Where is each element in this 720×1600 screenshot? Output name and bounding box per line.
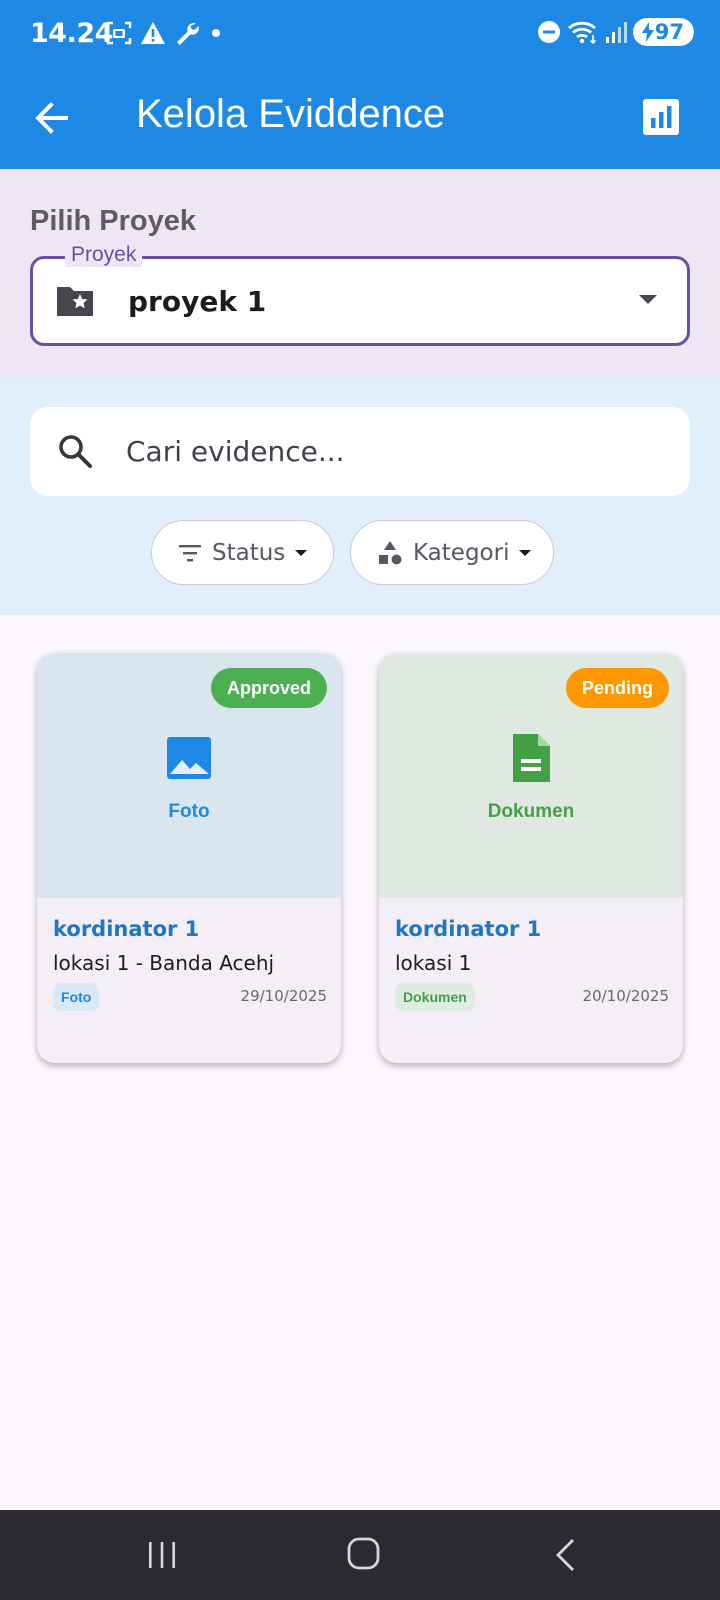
folder-star-icon <box>57 287 93 316</box>
location-text: lokasi 1 - Banda Acehj <box>53 951 275 975</box>
project-dropdown[interactable]: Proyek proyek 1 <box>30 243 690 346</box>
project-section: Pilih Proyek Proyek proyek 1 <box>0 169 720 378</box>
status-filter-label: Status <box>212 539 286 566</box>
battery-indicator: 97 <box>632 18 694 46</box>
type-label: Foto <box>168 801 210 822</box>
app-bar: Kelola Eviddence <box>0 68 720 169</box>
nav-back-icon[interactable] <box>553 1538 577 1572</box>
caret-down-icon <box>295 549 308 556</box>
dot-icon <box>212 29 220 37</box>
status-badge: Pending <box>566 668 669 708</box>
search-section: Status Kategori <box>0 378 720 615</box>
wifi-icon <box>567 21 596 45</box>
status-bar: 14.24 97 <box>0 0 720 68</box>
status-notification-icons <box>106 20 224 46</box>
coordinator-name: kordinator 1 <box>395 917 542 941</box>
project-selected-value: proyek 1 <box>128 285 267 318</box>
category-filter-chip[interactable]: Kategori <box>350 520 554 585</box>
evidence-card[interactable]: Approved Foto kordinator 1 lokasi 1 - Ba… <box>37 653 341 1063</box>
caret-down-icon <box>519 549 532 556</box>
category-tag: Foto <box>53 983 100 1011</box>
image-icon <box>167 737 211 779</box>
battery-level: 97 <box>654 20 684 44</box>
coordinator-name: kordinator 1 <box>53 917 200 941</box>
card-thumbnail: Pending Dokumen <box>379 653 683 898</box>
search-icon <box>59 435 92 468</box>
home-icon[interactable] <box>347 1537 380 1570</box>
location-text: lokasi 1 <box>395 951 472 975</box>
wrench-icon <box>177 23 199 45</box>
page-title: Kelola Eviddence <box>136 92 446 136</box>
search-bar <box>30 407 690 496</box>
category-shapes-icon <box>379 540 402 564</box>
type-label: Dokumen <box>487 801 575 822</box>
search-input[interactable] <box>126 431 646 471</box>
screenshot-icon <box>106 21 132 45</box>
filter-icon <box>179 544 201 561</box>
analytics-icon[interactable] <box>642 98 680 136</box>
project-heading: Pilih Proyek <box>30 205 197 237</box>
charging-icon <box>641 22 654 42</box>
recent-apps-icon[interactable] <box>147 1540 177 1570</box>
evidence-date: 29/10/2025 <box>240 987 327 1005</box>
project-field-label: Proyek <box>65 243 143 267</box>
status-filter-chip[interactable]: Status <box>151 520 334 585</box>
document-icon <box>513 734 550 782</box>
status-time: 14.24 <box>30 18 113 49</box>
warning-icon <box>141 22 165 44</box>
category-filter-label: Kategori <box>413 539 510 566</box>
evidence-date: 20/10/2025 <box>582 987 669 1005</box>
chevron-down-icon <box>639 295 657 304</box>
status-badge: Approved <box>210 668 327 708</box>
do-not-disturb-icon <box>537 21 560 43</box>
evidence-card[interactable]: Pending Dokumen kordinator 1 lokasi 1 Do… <box>379 653 683 1063</box>
system-nav-bar <box>0 1510 720 1600</box>
status-system-icons: 97 <box>537 18 694 46</box>
category-tag: Dokumen <box>395 983 475 1011</box>
back-arrow-icon[interactable] <box>30 96 74 140</box>
signal-icon <box>605 22 627 43</box>
card-thumbnail: Approved Foto <box>37 653 341 898</box>
